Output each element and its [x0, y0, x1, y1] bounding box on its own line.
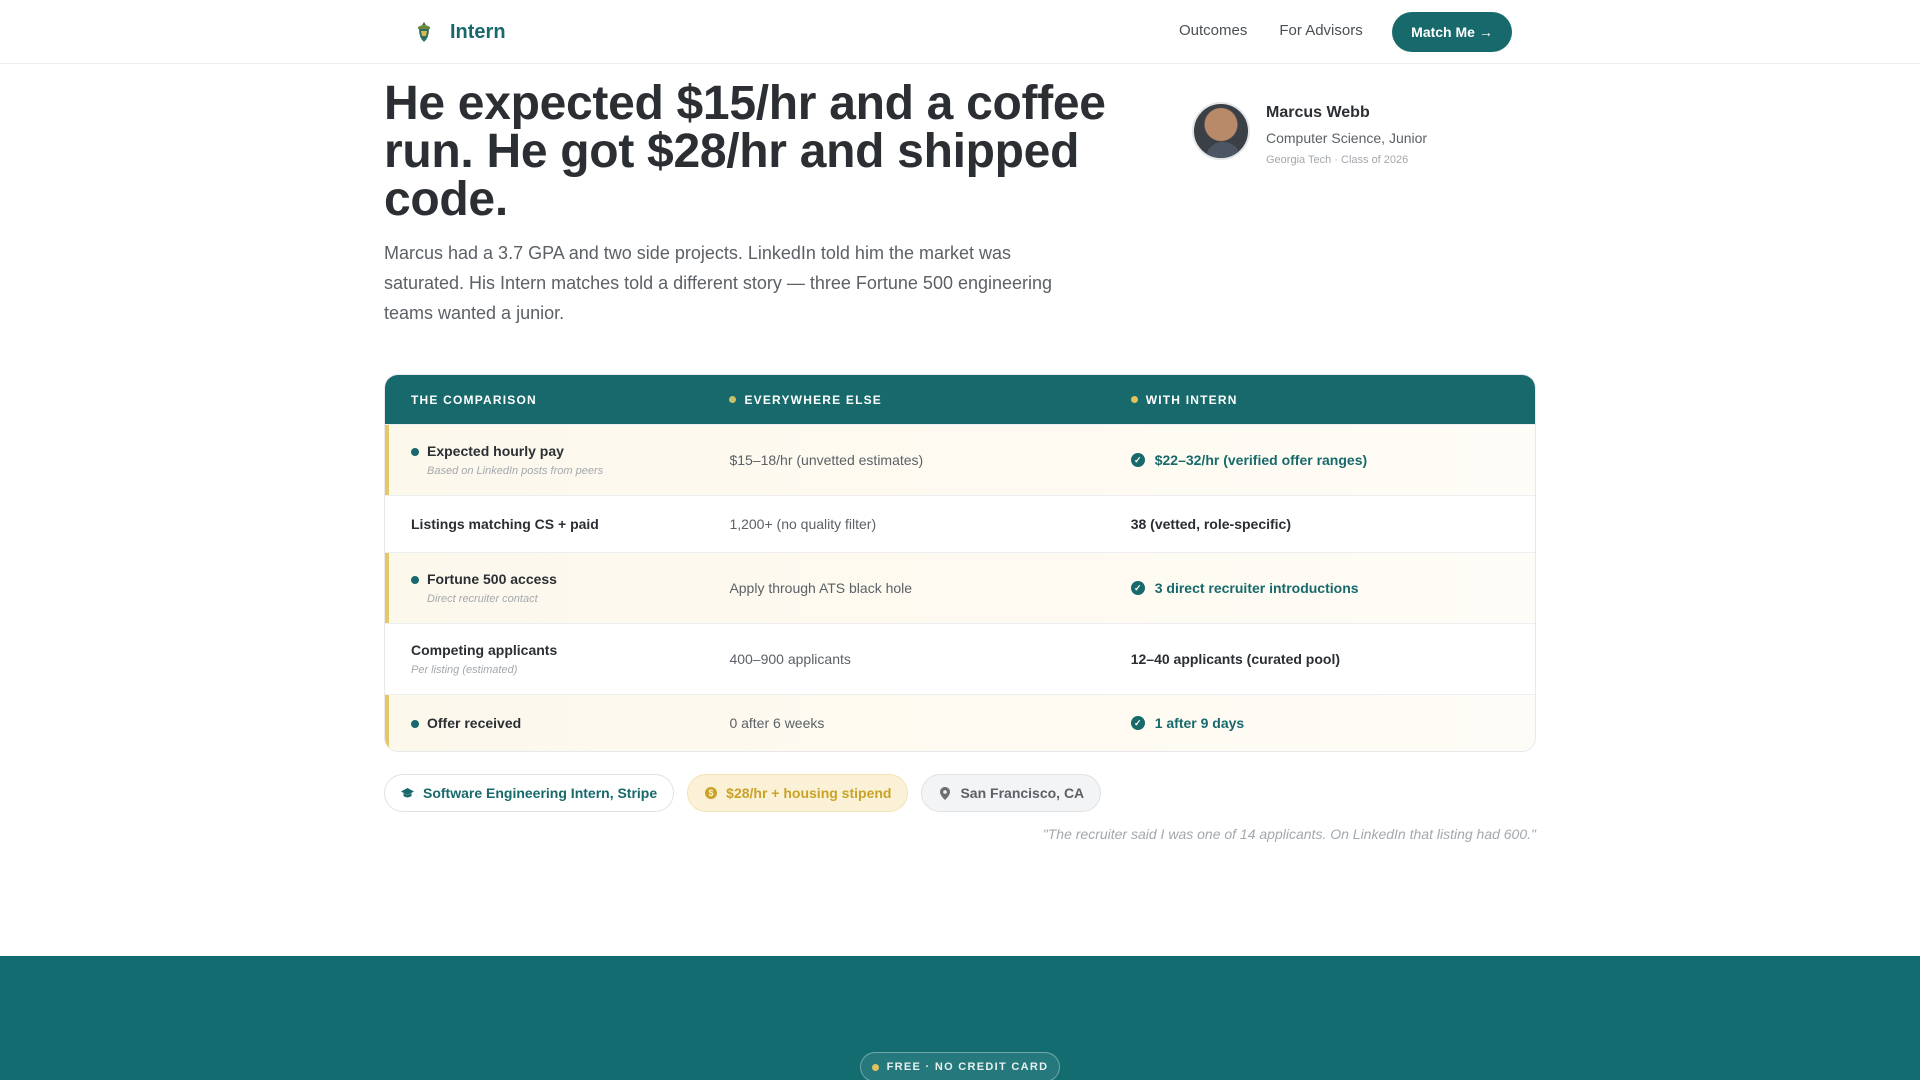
bullet-icon: [411, 576, 419, 584]
dot-icon: [729, 396, 737, 403]
table-row: Expected hourly pay Based on LinkedIn po…: [385, 424, 1535, 495]
table-row: Offer received 0 after 6 weeks ✓ 1 after…: [385, 694, 1535, 751]
header-comparison-label: THE COMPARISON: [411, 392, 537, 407]
table-row: Listings matching CS + paid 1,200+ (no q…: [385, 495, 1535, 552]
nav-links: Outcomes For Advisors: [1179, 22, 1363, 39]
table-row: Competing applicants Per listing (estima…: [385, 623, 1535, 694]
header-with-intern-label: WITH INTERN: [1145, 392, 1238, 407]
acorn-logo-icon: [412, 18, 436, 46]
row-label: Listings matching CS + paid: [385, 516, 729, 532]
table-header: THE COMPARISON EVERYWHERE ELSE WITH INTE…: [385, 375, 1535, 424]
row-label-main: Expected hourly pay: [427, 443, 564, 459]
cell-with-intern-value: 1 after 9 days: [1154, 715, 1245, 731]
row-label-main: Competing applicants: [411, 642, 558, 658]
cell-with-intern-value: 3 direct recruiter introductions: [1154, 580, 1359, 596]
testimonial-quote: "The recruiter said I was one of 14 appl…: [1042, 826, 1536, 842]
nav-link-outcomes[interactable]: Outcomes: [1179, 22, 1247, 39]
tag-role-label: Software Engineering Intern, Stripe: [423, 785, 658, 801]
table-row: Fortune 500 access Direct recruiter cont…: [385, 552, 1535, 623]
row-label-main: Listings matching CS + paid: [411, 516, 599, 532]
profile-info: Marcus Webb Computer Science, Junior Geo…: [1266, 102, 1427, 166]
hero-subtext: Marcus had a 3.7 GPA and two side projec…: [384, 243, 1053, 323]
student-profile-card: Marcus Webb Computer Science, Junior Geo…: [1192, 102, 1427, 166]
cell-everywhere-else: $15–18/hr (unvetted estimates): [729, 452, 924, 468]
svg-text:$: $: [708, 788, 713, 798]
row-label-main: Fortune 500 access: [427, 571, 557, 587]
bullet-icon: [411, 448, 419, 456]
match-me-button[interactable]: Match Me →: [1392, 12, 1512, 52]
tag-pay-label: $28/hr + housing stipend: [726, 785, 892, 801]
row-label-sub: Per listing (estimated): [411, 664, 518, 676]
dollar-coin-icon: $: [704, 787, 717, 800]
header-with-intern: WITH INTERN: [1130, 392, 1535, 407]
header-everywhere-else: EVERYWHERE ELSE: [729, 393, 1130, 407]
header-everywhere-else-label: EVERYWHERE ELSE: [744, 392, 883, 407]
tag-role: Software Engineering Intern, Stripe: [384, 774, 675, 812]
tag-pay: $ $28/hr + housing stipend: [687, 774, 909, 812]
profile-name: Marcus Webb: [1266, 104, 1370, 121]
cell-with-intern: ✓ 3 direct recruiter introductions: [1130, 580, 1535, 596]
avatar: [1192, 102, 1250, 160]
header-comparison: THE COMPARISON: [385, 393, 729, 407]
row-label-sub: Direct recruiter contact: [427, 593, 538, 605]
cell-everywhere-else: 1,200+ (no quality filter): [729, 516, 877, 532]
profile-major: Computer Science, Junior: [1266, 130, 1428, 146]
cell-with-intern-value: $22–32/hr (verified offer ranges): [1154, 452, 1368, 468]
check-icon: ✓: [1130, 716, 1145, 730]
row-label: Fortune 500 access Direct recruiter cont…: [385, 571, 729, 605]
free-badge: FREE · NO CREDIT CARD: [860, 1052, 1060, 1080]
tag-location-label: San Francisco, CA: [960, 785, 1085, 801]
row-label-sub: Based on LinkedIn posts from peers: [427, 465, 604, 477]
row-label-main: Offer received: [427, 715, 522, 731]
cell-with-intern: ✓ $22–32/hr (verified offer ranges): [1130, 452, 1535, 468]
bullet-icon: [411, 720, 419, 728]
outcome-tags: Software Engineering Intern, Stripe $ $2…: [384, 774, 1102, 812]
profile-school: Georgia Tech · Class of 2026: [1266, 154, 1409, 166]
cell-everywhere-else: Apply through ATS black hole: [729, 580, 913, 596]
cell-with-intern-value: 12–40 applicants (curated pool): [1130, 651, 1341, 667]
cell-with-intern-value: 38 (vetted, role-specific): [1130, 516, 1291, 532]
brand[interactable]: Intern: [412, 18, 506, 46]
dot-icon: [1130, 396, 1138, 403]
hero-headline: He expected $15/hr and a coffee run. He …: [384, 77, 1106, 226]
cell-with-intern: 38 (vetted, role-specific): [1131, 516, 1535, 532]
cell-with-intern: ✓ 1 after 9 days: [1130, 715, 1535, 731]
brand-name: Intern: [450, 20, 506, 43]
graduation-cap-icon: [401, 787, 414, 800]
row-label: Expected hourly pay Based on LinkedIn po…: [385, 443, 729, 477]
cell-everywhere-else: 400–900 applicants: [729, 651, 851, 667]
row-label: Offer received: [385, 715, 729, 731]
top-nav: Intern Outcomes For Advisors Match Me →: [0, 0, 1920, 64]
row-label: Competing applicants Per listing (estima…: [385, 642, 729, 676]
free-badge-label: FREE · NO CREDIT CARD: [886, 1061, 1049, 1073]
tag-location: San Francisco, CA: [921, 774, 1102, 812]
dot-icon: [871, 1063, 879, 1071]
nav-link-for-advisors[interactable]: For Advisors: [1279, 22, 1362, 39]
cell-with-intern: 12–40 applicants (curated pool): [1131, 651, 1535, 667]
check-icon: ✓: [1130, 581, 1145, 595]
check-icon: ✓: [1130, 453, 1145, 467]
comparison-table: THE COMPARISON EVERYWHERE ELSE WITH INTE…: [384, 374, 1536, 752]
cell-everywhere-else: 0 after 6 weeks: [729, 715, 825, 731]
map-pin-icon: [938, 786, 951, 800]
